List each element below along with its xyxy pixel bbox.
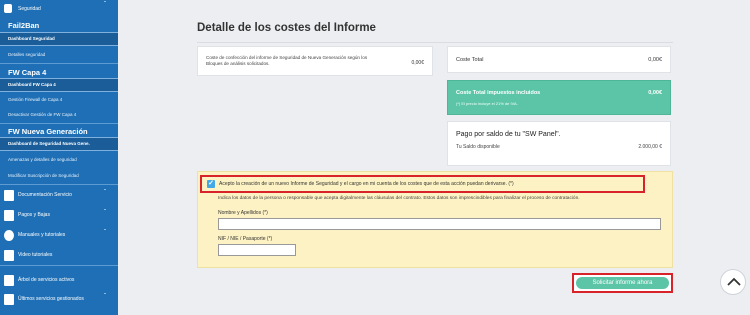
tax-total-value: 0,00€ <box>648 90 662 96</box>
payment-title: Pago por saldo de tu "SW Panel". <box>456 131 561 138</box>
cost-total-value: 0,00€ <box>648 57 662 63</box>
video-icon <box>4 250 14 261</box>
document-icon <box>4 190 14 201</box>
sidebar-item-dashboard-nueva-gen[interactable]: Dashboard de Seguridad Nueva Gene. <box>0 137 118 151</box>
divider <box>0 265 118 266</box>
accept-checkbox[interactable]: ✓ <box>207 180 215 188</box>
sidebar: Seguridad ˆ Fail2Ban Dashboard Seguridad… <box>0 0 118 315</box>
section-title-fw-capa4: FW Capa 4 <box>8 68 47 77</box>
history-icon <box>4 294 14 305</box>
nif-label: NIF / NIE / Pasaporte (*) <box>218 236 273 242</box>
shield-icon <box>4 4 12 13</box>
section-title-fw-nueva-gen: FW Nueva Generación <box>8 127 88 136</box>
sidebar-item-arbol[interactable]: Árbol de servicios activos <box>0 271 118 291</box>
cost-total-card: Coste Total 0,00€ <box>447 46 671 73</box>
sidebar-item-label: Seguridad <box>18 6 41 12</box>
instructions-text: Indica los datos de la persona o respons… <box>218 196 580 201</box>
request-report-button[interactable]: Solicitar informe ahora <box>572 273 673 293</box>
sidebar-item-dashboard-seguridad[interactable]: Dashboard Seguridad <box>0 32 118 46</box>
sidebar-item-video[interactable]: Video tutoriales <box>0 246 118 266</box>
page-title: Detalle de los costes del Informe <box>197 22 376 34</box>
divider <box>197 42 673 43</box>
payment-card: Pago por saldo de tu "SW Panel". Tu Sald… <box>447 121 671 166</box>
payments-icon <box>4 210 14 221</box>
help-icon <box>4 230 14 241</box>
sidebar-item-dashboard-fw-capa4[interactable]: Dashboard FW Capa 4 <box>0 78 118 92</box>
accept-label: Acepto la creación de un nuevo Informe d… <box>219 181 514 187</box>
chevron-down-icon: ˇ <box>104 190 106 196</box>
chevron-down-icon: ˇ <box>104 294 106 300</box>
sidebar-item-modificar-suscripcion[interactable]: Modificar Suscripción de Seguridad <box>8 173 79 178</box>
divider <box>0 63 118 64</box>
confection-description: Coste de confección del informe de Segur… <box>206 55 368 66</box>
tax-total-card: Coste Total impuestos incluidos 0,00€ (*… <box>447 80 671 115</box>
sidebar-item-desactivar-gestion[interactable]: Desactivar Gestión de FW Capa 4 <box>8 112 76 117</box>
sidebar-item-seguridad[interactable]: Seguridad ˆ <box>0 0 118 20</box>
sidebar-item-amenazas[interactable]: Amenazas y detalles de seguridad <box>8 157 77 162</box>
tree-icon <box>4 275 14 286</box>
cost-total-label: Coste Total <box>456 57 484 63</box>
tax-total-label: Coste Total impuestos incluidos <box>456 90 541 96</box>
chevron-down-icon: ˇ <box>104 230 106 236</box>
section-title-fail2ban: Fail2Ban <box>8 21 40 30</box>
sidebar-item-detalles-seguridad[interactable]: Detalles seguridad <box>8 52 45 57</box>
nif-input[interactable] <box>218 244 296 256</box>
sidebar-item-pagos[interactable]: Pagos y Bajas ˇ <box>0 206 118 226</box>
chevron-down-icon: ˇ <box>104 210 106 216</box>
sidebar-item-ultimos[interactable]: Últimos servicios gestionados ˇ <box>0 290 118 310</box>
confection-cost-card: Coste de confección del informe de Segur… <box>197 46 433 76</box>
chevron-up-icon: ˆ <box>104 2 106 8</box>
accept-terms-row[interactable]: ✓ Acepto la creación de un nuevo Informe… <box>200 175 645 193</box>
sidebar-item-gestion-firewall[interactable]: Gestión Firewall de Capa 4 <box>8 97 62 102</box>
chevron-up-icon <box>727 277 741 286</box>
name-label: Nombre y Apellidos (*) <box>218 210 268 216</box>
balance-value: 2.000,00 € <box>638 144 662 150</box>
balance-label: Tu Saldo disponible <box>456 144 500 150</box>
divider <box>0 184 118 185</box>
name-input[interactable] <box>218 218 661 230</box>
confection-value: 0,00€ <box>411 60 424 66</box>
divider <box>0 123 118 124</box>
scroll-top-button[interactable] <box>720 269 746 295</box>
app-root: Seguridad ˆ Fail2Ban Dashboard Seguridad… <box>0 0 750 315</box>
tax-note: (*) El precio incluye el 21% de IVA. <box>456 101 518 106</box>
sidebar-item-documentacion[interactable]: Documentación Servicio ˇ <box>0 186 118 206</box>
sidebar-item-manuales[interactable]: Manuales y tutoriales ˇ <box>0 226 118 246</box>
